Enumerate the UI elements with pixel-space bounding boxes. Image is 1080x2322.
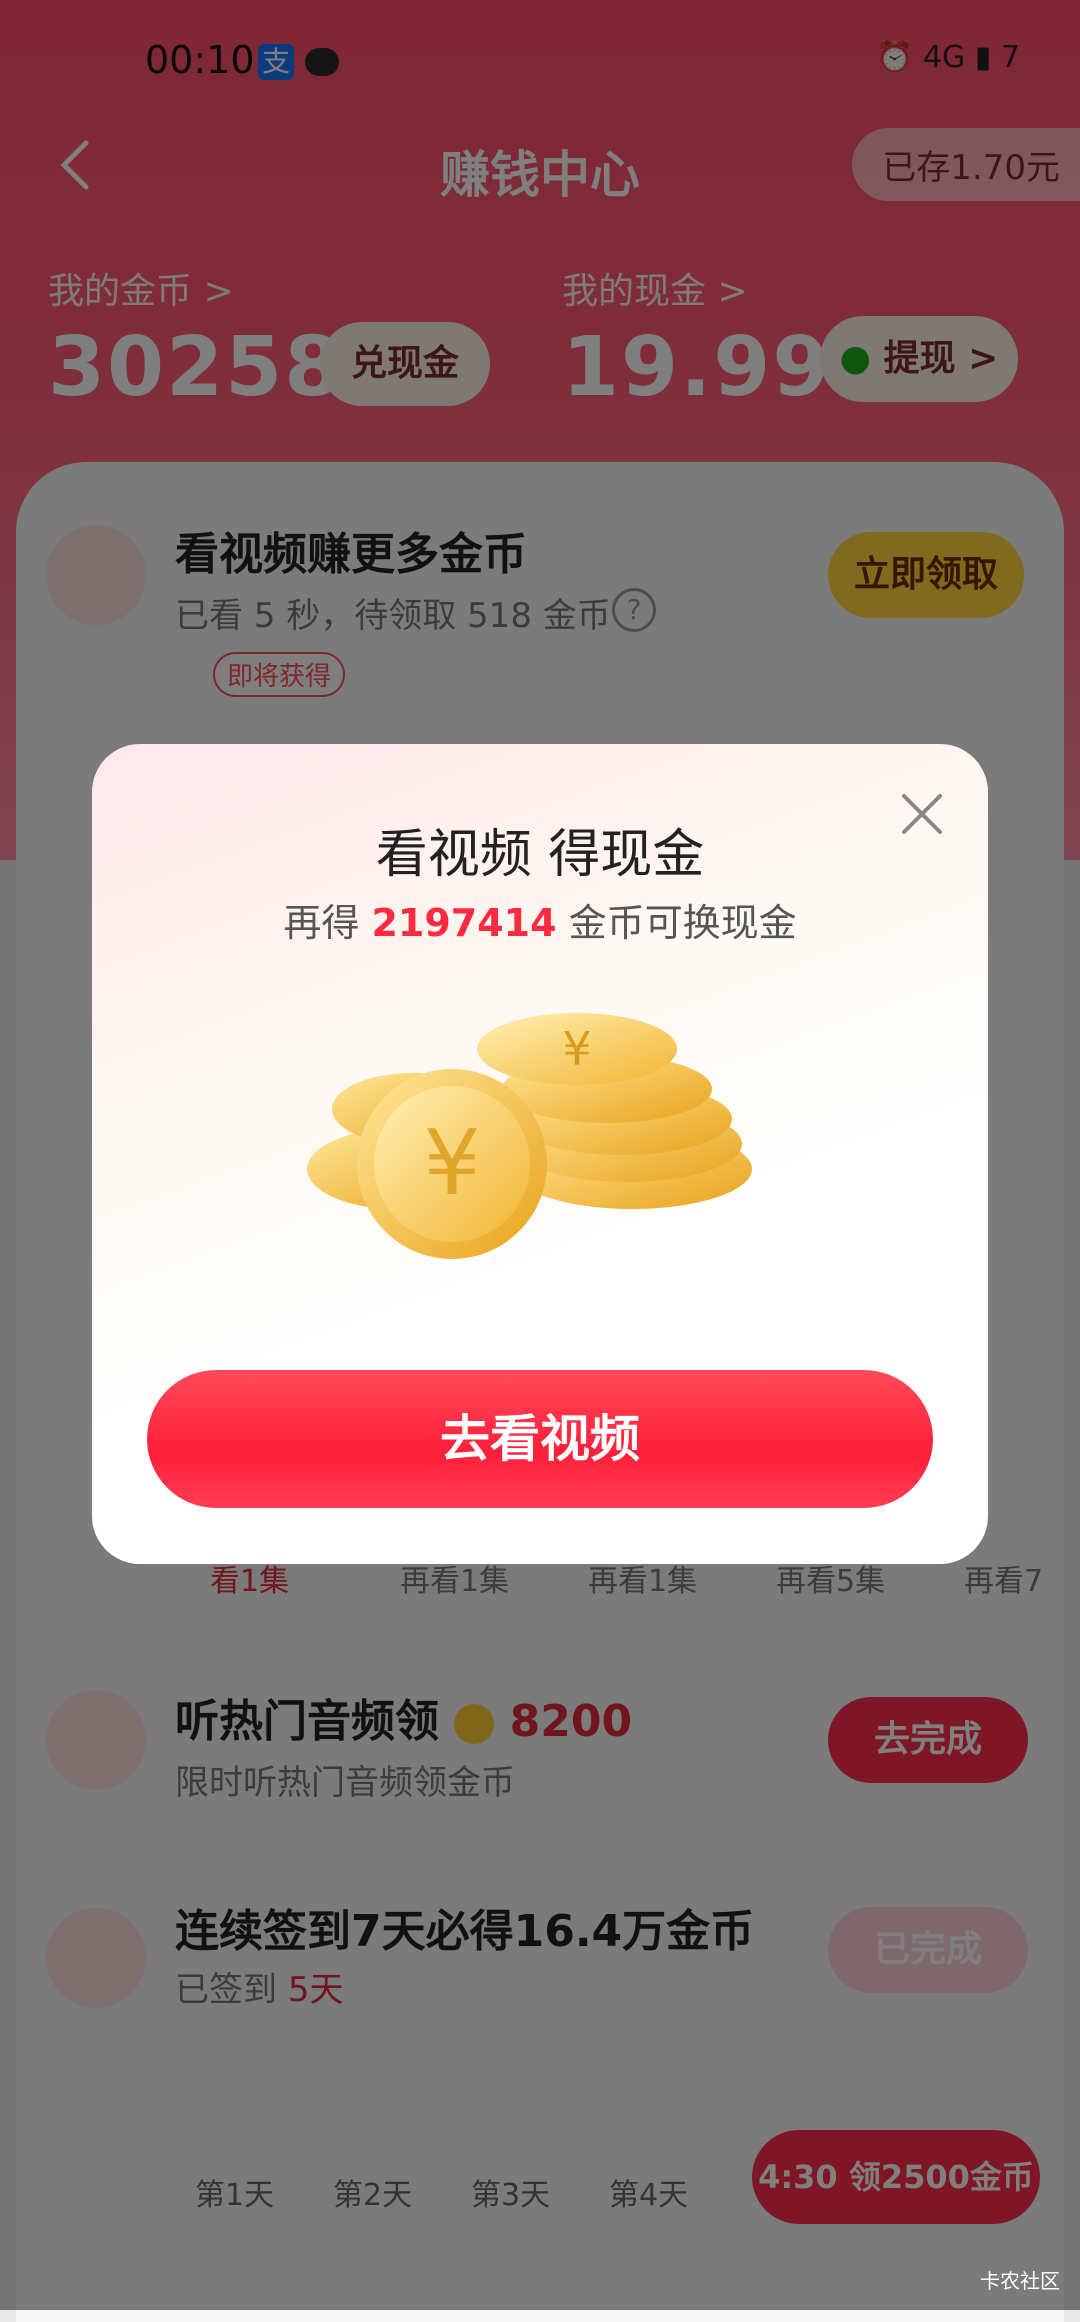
modal-coin-amount: 2197414 [371,901,557,945]
watch-video-modal: 看视频 得现金 再得 2197414 金币可换现金 ¥ ¥ 去看视频 [92,744,988,1564]
modal-sub-suffix: 金币可换现金 [556,901,797,945]
modal-subtitle: 再得 2197414 金币可换现金 [92,892,988,947]
modal-sub-prefix: 再得 [283,901,372,945]
svg-text:¥: ¥ [562,1022,591,1076]
watermark-text: 卡农社区 [980,2269,1060,2293]
svg-text:¥: ¥ [423,1111,480,1216]
go-watch-video-button[interactable]: 去看视频 [147,1370,933,1508]
coin-stack-icon: ¥ ¥ [307,1013,752,1259]
modal-title: 看视频 得现金 [375,825,705,885]
